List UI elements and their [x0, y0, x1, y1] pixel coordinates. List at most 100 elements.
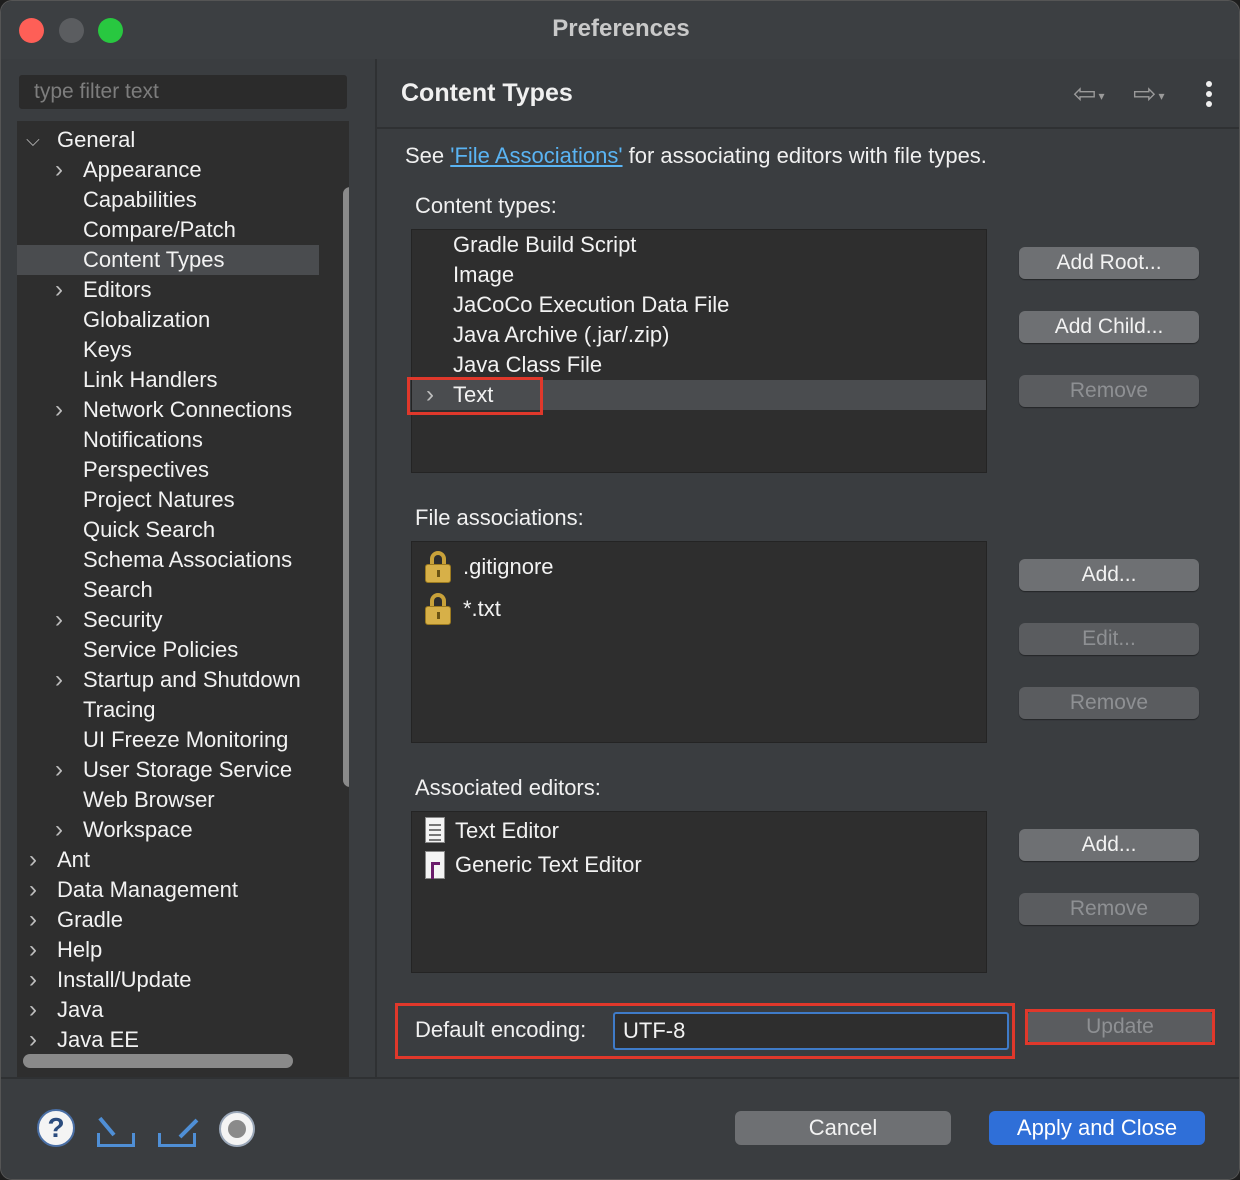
sidebar-item[interactable]: Project Natures [17, 485, 319, 515]
content-type-label: Java Class File [453, 352, 603, 377]
remove-editor-button[interactable]: Remove [1019, 893, 1199, 925]
header-separator [377, 127, 1239, 129]
sidebar-item-label: Notifications [83, 427, 203, 452]
update-highlight-box [1025, 1009, 1215, 1045]
sidebar-item[interactable]: Schema Associations [17, 545, 319, 575]
sidebar-item-label: Content Types [83, 247, 225, 272]
chevron-down-icon[interactable]: ⌵ [23, 125, 43, 155]
sidebar-item[interactable]: Globalization [17, 305, 319, 335]
sidebar-item[interactable]: › Editors [17, 275, 319, 305]
generic-editor-icon [425, 851, 445, 879]
view-menu-icon[interactable] [1203, 81, 1215, 111]
sidebar-item[interactable]: › Security [17, 605, 319, 635]
chevron-right-icon[interactable]: › [23, 965, 43, 995]
associated-editor-item[interactable]: Text Editor [412, 814, 986, 848]
chevron-right-icon[interactable]: › [49, 275, 69, 305]
preferences-tree: › Java EE › Java › Install/Update › Help › Gradle… [17, 121, 349, 1136]
associated-editors-list[interactable]: Text Editor Generic Text Editor [411, 811, 987, 973]
title-bar: Preferences [1, 1, 1239, 59]
content-type-item[interactable]: Image [412, 260, 986, 290]
sidebar-item[interactable]: › Network Connections [17, 395, 319, 425]
export-icon[interactable] [156, 1113, 199, 1147]
content-types-tree[interactable]: Gradle Build Script Image JaCoCo Execution… [411, 229, 987, 473]
content-type-item[interactable]: Java Class File [412, 350, 986, 380]
remove-file-association-button[interactable]: Remove [1019, 687, 1199, 719]
sidebar-item[interactable]: ⌵ General [17, 125, 319, 155]
sidebar-item[interactable]: Quick Search [17, 515, 319, 545]
file-associations-list[interactable]: .gitignore *.txt [411, 541, 987, 743]
sidebar-item-label: Service Policies [83, 637, 239, 662]
sidebar-item[interactable]: › Data Management [17, 875, 319, 905]
remove-content-type-button[interactable]: Remove [1019, 375, 1199, 407]
add-file-association-button[interactable]: Add... [1019, 559, 1199, 591]
sidebar-item[interactable]: › Startup and Shutdown [17, 665, 319, 695]
cancel-button[interactable]: Cancel [735, 1111, 951, 1145]
chevron-right-icon[interactable]: › [23, 935, 43, 965]
chevron-right-icon[interactable]: › [23, 1025, 43, 1055]
sidebar-item[interactable]: Tracing [17, 695, 319, 725]
sidebar-item-label: Java [57, 997, 104, 1022]
sidebar-item[interactable]: › Ant [17, 845, 319, 875]
sidebar-item-label: Schema Associations [83, 547, 293, 572]
sidebar-item-label: Editors [83, 277, 152, 302]
file-associations-hint: See 'File Associations' for associating … [405, 143, 987, 169]
file-association-item[interactable]: *.txt [412, 590, 986, 628]
sidebar-item[interactable]: Keys [17, 335, 319, 365]
edit-file-association-button[interactable]: Edit... [1019, 623, 1199, 655]
record-icon[interactable] [219, 1111, 255, 1147]
chevron-right-icon[interactable]: › [23, 845, 43, 875]
sidebar-item[interactable]: Compare/Patch [17, 215, 319, 245]
sidebar-item[interactable]: › Gradle [17, 905, 319, 935]
chevron-right-icon[interactable]: › [23, 995, 43, 1025]
sidebar-item[interactable]: Notifications [17, 425, 319, 455]
chevron-right-icon[interactable]: › [49, 755, 69, 785]
sidebar-item[interactable]: › Help [17, 935, 319, 965]
page-title: Content Types [401, 79, 573, 107]
sidebar-item[interactable]: › Workspace [17, 815, 319, 845]
sidebar-item[interactable]: › Install/Update [17, 965, 319, 995]
tree-horizontal-scrollbar[interactable] [23, 1054, 293, 1068]
add-editor-button[interactable]: Add... [1019, 829, 1199, 861]
hint-suffix: for associating editors with file types. [622, 143, 987, 168]
associated-editor-item[interactable]: Generic Text Editor [412, 848, 986, 882]
forward-button[interactable]: ⇨ ▾ [1133, 79, 1165, 109]
chevron-right-icon[interactable]: › [23, 875, 43, 905]
back-button[interactable]: ⇦ ▾ [1073, 79, 1105, 109]
chevron-right-icon[interactable]: › [23, 905, 43, 935]
filter-input[interactable] [19, 75, 347, 109]
apply-and-close-button[interactable]: Apply and Close [989, 1111, 1205, 1145]
sidebar-item[interactable]: Service Policies [17, 635, 319, 665]
content-type-item[interactable]: Java Archive (.jar/.zip) [412, 320, 986, 350]
file-associations-link[interactable]: 'File Associations' [450, 143, 622, 168]
sidebar-item[interactable]: Perspectives [17, 455, 319, 485]
content-type-item[interactable]: Gradle Build Script [412, 230, 986, 260]
sidebar-item[interactable]: Web Browser [17, 785, 319, 815]
sidebar-item[interactable]: Content Types [17, 245, 319, 275]
sidebar-item[interactable]: Link Handlers [17, 365, 319, 395]
sidebar-item[interactable]: UI Freeze Monitoring [17, 725, 319, 755]
chevron-right-icon[interactable]: › [49, 605, 69, 635]
sidebar-item[interactable]: › Java EE [17, 1025, 319, 1055]
sidebar-item[interactable]: › Java [17, 995, 319, 1025]
help-icon[interactable]: ? [37, 1109, 75, 1147]
chevron-right-icon[interactable]: › [49, 665, 69, 695]
sidebar-item[interactable]: › User Storage Service [17, 755, 319, 785]
import-icon[interactable] [95, 1113, 137, 1147]
sidebar-item[interactable]: Search [17, 575, 319, 605]
associated-editor-label: Generic Text Editor [455, 852, 642, 877]
file-associations-label: File associations: [415, 505, 584, 530]
file-association-label: .gitignore [463, 554, 554, 579]
text-editor-icon [425, 817, 445, 843]
chevron-right-icon[interactable]: › [49, 395, 69, 425]
file-association-item[interactable]: .gitignore [412, 548, 986, 586]
add-root-button[interactable]: Add Root... [1019, 247, 1199, 279]
tree-vertical-scrollbar[interactable] [343, 187, 349, 787]
sidebar-item[interactable]: Capabilities [17, 185, 319, 215]
sidebar-item[interactable]: › Appearance [17, 155, 319, 185]
chevron-right-icon[interactable]: › [49, 815, 69, 845]
content-types-label: Content types: [415, 193, 557, 218]
sidebar-item-label: Ant [57, 847, 91, 872]
chevron-right-icon[interactable]: › [49, 155, 69, 185]
content-type-item[interactable]: JaCoCo Execution Data File [412, 290, 986, 320]
add-child-button[interactable]: Add Child... [1019, 311, 1199, 343]
